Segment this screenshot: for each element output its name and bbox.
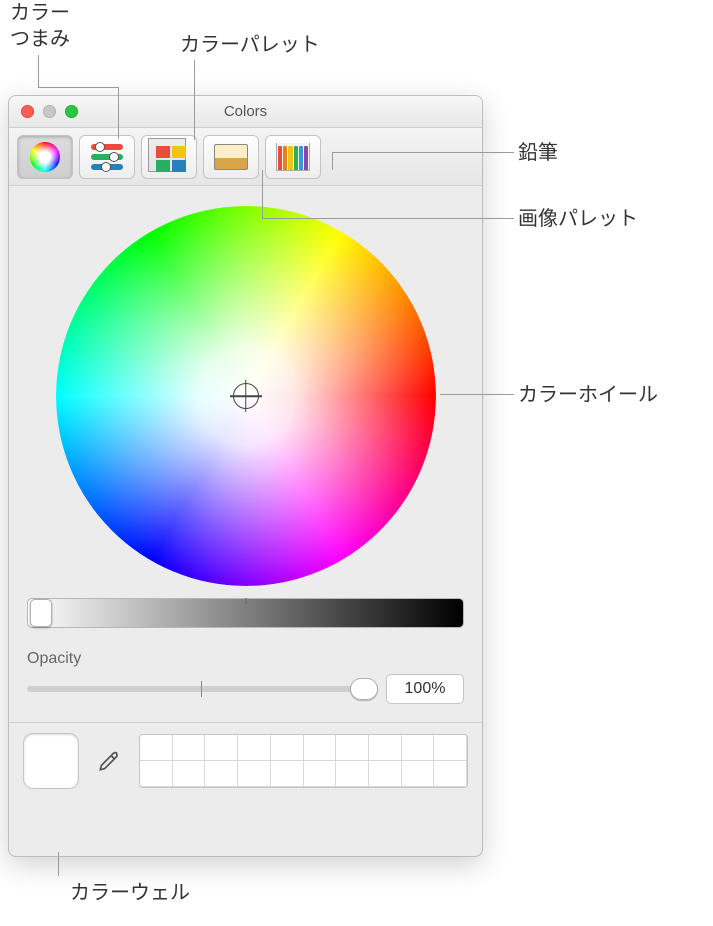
opacity-center-tick xyxy=(201,681,202,697)
color-wheel-picker[interactable] xyxy=(56,206,436,586)
wheel-crosshair-icon xyxy=(233,383,259,409)
panel-body: Opacity 100% xyxy=(9,186,482,704)
brightness-slider[interactable] xyxy=(27,598,464,628)
color-wheel-tab[interactable] xyxy=(17,135,73,179)
titlebar: Colors xyxy=(9,96,482,128)
opacity-value-field[interactable]: 100% xyxy=(386,674,464,704)
color-palettes-tab[interactable] xyxy=(141,135,197,179)
swatch-area xyxy=(9,722,482,803)
callout-image-palette: 画像パレット xyxy=(518,206,638,232)
eyedropper-button[interactable] xyxy=(93,745,125,777)
pencils-icon xyxy=(276,143,310,171)
sliders-icon xyxy=(91,144,123,170)
image-icon xyxy=(214,144,248,170)
window-title: Colors xyxy=(9,103,482,120)
center-tick xyxy=(245,598,246,604)
color-wheel-icon xyxy=(30,142,60,172)
callout-pencils: 鉛筆 xyxy=(518,140,558,166)
opacity-row: 100% xyxy=(27,674,464,704)
opacity-slider[interactable] xyxy=(27,686,374,692)
brightness-thumb[interactable] xyxy=(30,599,52,627)
palette-icon xyxy=(156,146,186,172)
callout-color-knob: カラー つまみ xyxy=(10,0,70,52)
opacity-label: Opacity xyxy=(27,650,464,668)
callout-color-palette: カラーパレット xyxy=(180,32,320,58)
color-well[interactable] xyxy=(23,733,79,789)
saved-swatches-grid[interactable] xyxy=(139,734,468,788)
image-palettes-tab[interactable] xyxy=(203,135,259,179)
picker-mode-toolbar xyxy=(9,128,482,186)
callout-color-well: カラーウェル xyxy=(70,880,190,906)
callout-color-wheel: カラーホイール xyxy=(518,382,658,408)
color-sliders-tab[interactable] xyxy=(79,135,135,179)
pencils-tab[interactable] xyxy=(265,135,321,179)
opacity-thumb[interactable] xyxy=(350,678,378,700)
colors-window: Colors Opacity xyxy=(8,95,483,857)
eyedropper-icon xyxy=(96,748,122,774)
